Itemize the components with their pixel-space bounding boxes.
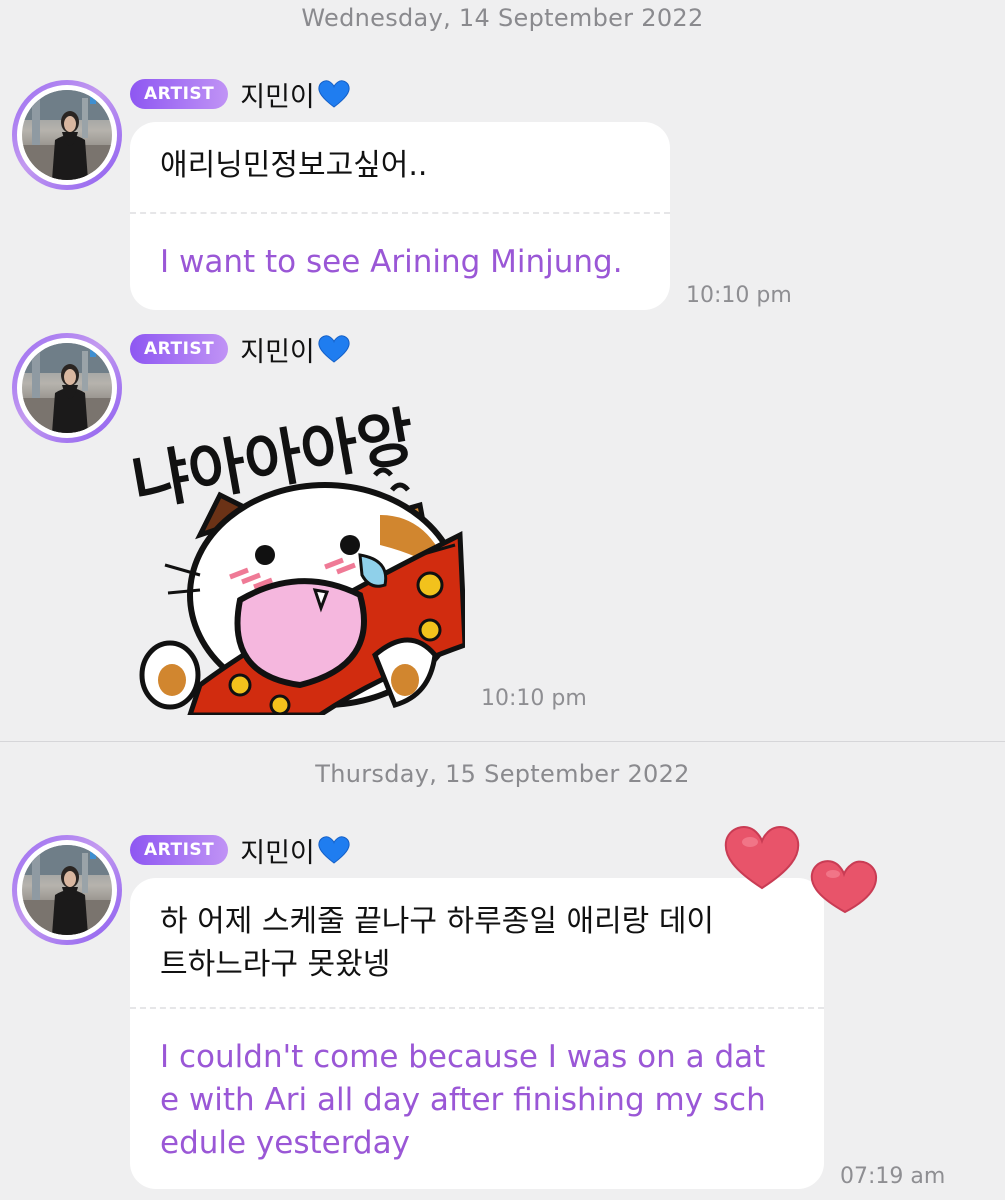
avatar-photo [22,90,112,180]
message-bubble[interactable]: 애리닝민정보고싶어.. I want to see Arining Minjun… [130,122,670,310]
blue-heart-icon [318,80,350,108]
sender-name: 지민이 [240,837,315,869]
translation-text: I want to see Arining Minjung. [160,244,623,280]
red-hearts-icon[interactable] [720,820,885,920]
crying-cat-sticker[interactable]: 냐아아아앙 [130,385,465,715]
person-silhouette-icon [22,90,112,180]
chat-screen: Wednesday, 14 September 2022 ARTIST 지민이 … [0,0,1005,1200]
blue-heart-icon [318,335,350,363]
sender-name: 지민이 [240,336,315,368]
avatar-photo [22,343,112,433]
translation-text-line: edule yesterday [160,1125,410,1161]
artist-badge: ARTIST [130,334,229,364]
avatar-frame [17,85,117,185]
sender-row: ARTIST 지민이 [130,333,351,368]
sender-row: ARTIST 지민이 [130,78,351,113]
message-time: 10:10 pm [686,283,792,308]
artist-avatar[interactable] [12,333,122,443]
message-text: 애리닝민정보고싶어.. [160,148,428,183]
avatar-frame [17,840,117,940]
artist-badge: ARTIST [130,835,229,865]
avatar-photo [22,845,112,935]
date-divider [0,741,1005,742]
date-header: Wednesday, 14 September 2022 [301,4,704,32]
avatar-frame [17,338,117,438]
sender-name: 지민이 [240,81,315,113]
artist-avatar[interactable] [12,835,122,945]
artist-avatar[interactable] [12,80,122,190]
artist-badge: ARTIST [130,79,229,109]
person-silhouette-icon [22,343,112,433]
person-silhouette-icon [22,845,112,935]
blue-heart-icon [318,836,350,864]
sender-row: ARTIST 지민이 [130,834,351,869]
translation-text-line: e with Ari all day after finishing my sc… [160,1082,766,1118]
date-header: Thursday, 15 September 2022 [315,760,690,788]
message-time: 10:10 pm [481,686,587,711]
message-text-line: 트하느라구 못왔넹 [160,947,391,982]
translation-text-line: I couldn't come because I was on a dat [160,1039,766,1075]
message-time: 07:19 am [840,1164,946,1189]
message-bubble[interactable]: 하 어제 스케줄 끝나구 하루종일 애리랑 데이 트하느라구 못왔넹 I cou… [130,878,824,1189]
